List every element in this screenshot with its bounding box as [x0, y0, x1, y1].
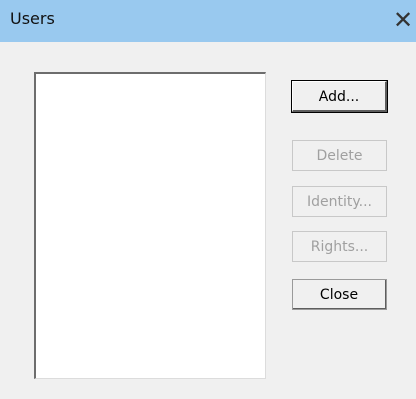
- close-icon[interactable]: ✕: [390, 5, 416, 35]
- users-dialog: Users ✕ Add... Delete Identity... Rights…: [0, 0, 416, 399]
- identity-button[interactable]: Identity...: [292, 186, 387, 217]
- close-button[interactable]: Close: [292, 279, 387, 310]
- rights-button[interactable]: Rights...: [292, 231, 387, 262]
- window-title: Users: [10, 9, 55, 28]
- users-listbox[interactable]: [34, 72, 266, 379]
- title-bar[interactable]: Users ✕: [0, 0, 416, 42]
- add-button[interactable]: Add...: [291, 80, 388, 113]
- delete-button[interactable]: Delete: [292, 140, 387, 171]
